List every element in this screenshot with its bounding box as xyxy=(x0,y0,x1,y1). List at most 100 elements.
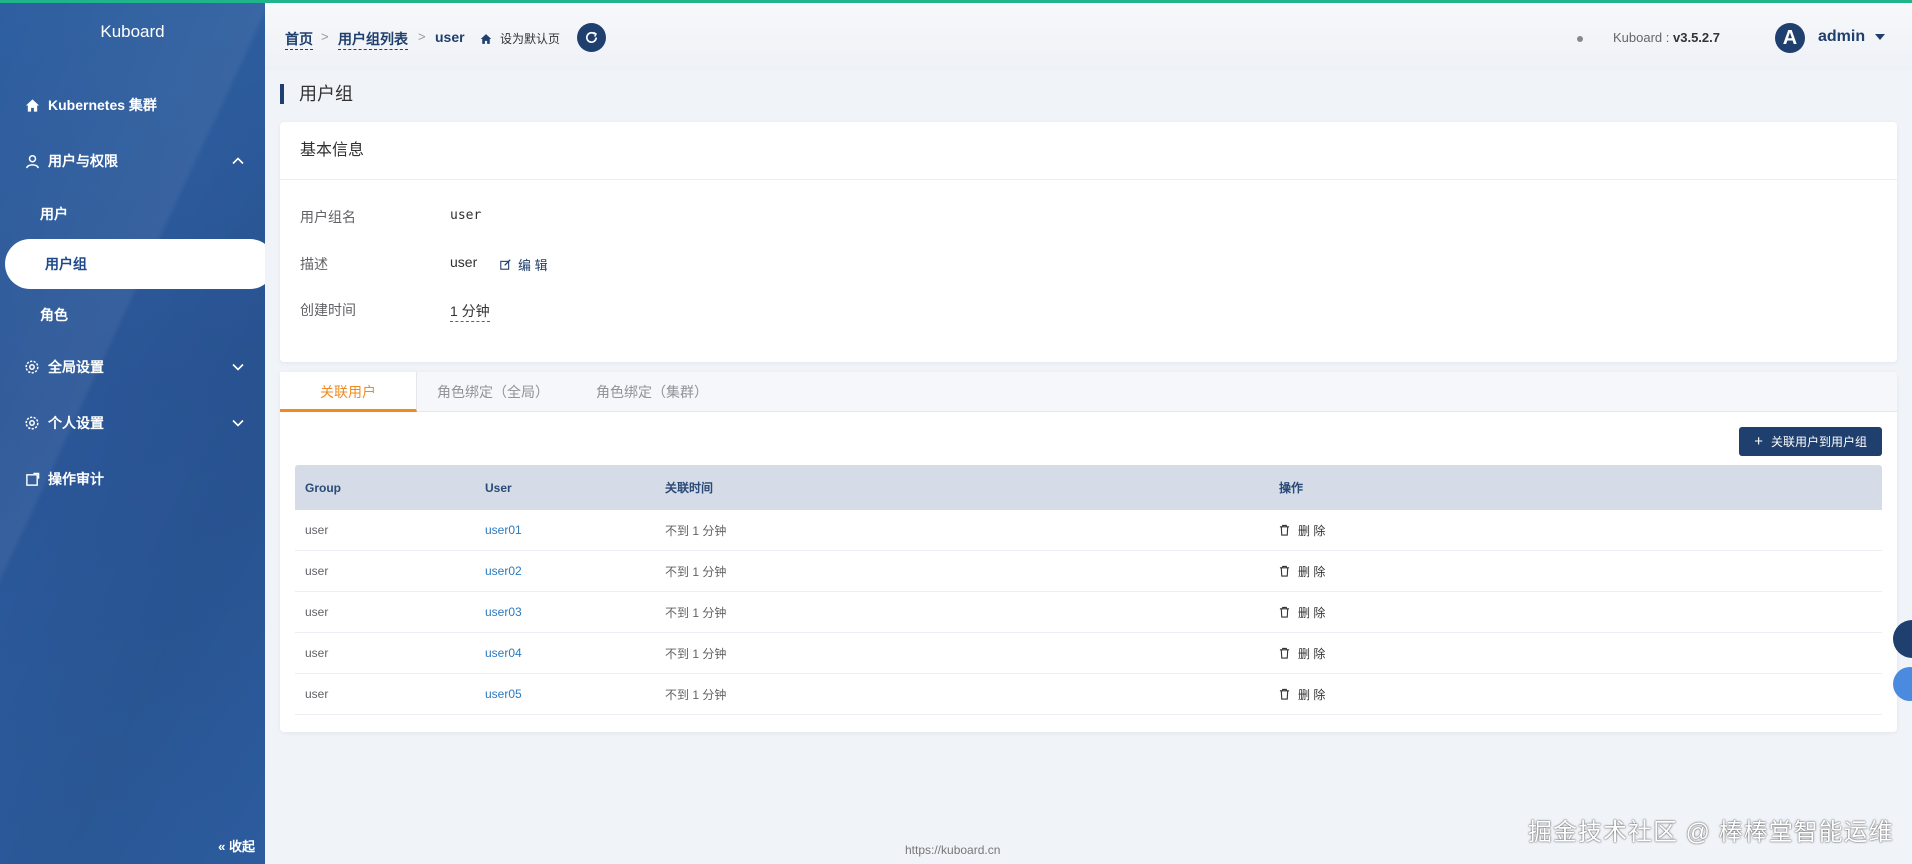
sidebar-item-user-groups[interactable]: 用户组 xyxy=(5,239,265,289)
version-info: Kuboard : v3.5.2.7 xyxy=(1613,30,1720,45)
gear-icon xyxy=(24,415,40,431)
top-accent-bar xyxy=(0,0,1912,3)
user-link[interactable]: user03 xyxy=(485,605,522,619)
column-header-group: Group xyxy=(305,480,341,495)
nav-item-audit[interactable]: 操作审计 xyxy=(24,464,104,494)
column-header-time: 关联时间 xyxy=(665,481,714,495)
delete-button[interactable]: 删 除 xyxy=(1279,645,1882,662)
cell-group: user xyxy=(305,605,329,619)
breadcrumb-home[interactable]: 首页 xyxy=(285,29,313,50)
chevron-up-icon xyxy=(232,157,244,165)
chevron-down-icon xyxy=(232,363,244,371)
delete-label: 删 除 xyxy=(1298,646,1326,661)
nav-item-label: 操作审计 xyxy=(48,471,104,487)
tab-global-role-bindings[interactable]: 角色绑定（全局） xyxy=(418,372,568,412)
set-default-page-button[interactable]: 设为默认页 xyxy=(480,30,560,47)
nav-item-label: 用户与权限 xyxy=(48,153,118,169)
nav-item-clusters[interactable]: Kubernetes 集群 xyxy=(24,90,157,120)
basic-info-card: 基本信息 用户组名 user 描述 user 编 辑 创建时间 1 分钟 xyxy=(280,122,1897,362)
table-row: user user03 不到 1 分钟 删 除 xyxy=(295,592,1882,633)
sidebar: Kuboard Kubernetes 集群 用户与权限 用户 用户组 角色 全局… xyxy=(0,0,265,864)
sidebar-item-users[interactable]: 用户 xyxy=(40,204,68,224)
user-link[interactable]: user01 xyxy=(485,523,522,537)
gear-icon xyxy=(24,359,40,375)
home-icon xyxy=(24,97,40,113)
chevron-right-icon: > xyxy=(321,29,329,44)
table-row: user user01 不到 1 分钟 删 除 xyxy=(295,510,1882,551)
tab-associated-users[interactable]: 关联用户 xyxy=(280,372,417,412)
cell-time: 不到 1 分钟 xyxy=(665,523,727,538)
add-user-label: 关联用户到用户组 xyxy=(1770,435,1867,449)
brand-title: Kuboard xyxy=(100,22,165,41)
trash-icon xyxy=(1279,647,1290,659)
delete-label: 删 除 xyxy=(1298,523,1326,538)
card-title: 基本信息 xyxy=(280,122,1897,180)
trash-icon xyxy=(1279,565,1290,577)
group-name-label: 用户组名 xyxy=(300,209,356,225)
delete-button[interactable]: 删 除 xyxy=(1279,563,1882,580)
caret-down-icon[interactable] xyxy=(1875,33,1885,41)
tab-cluster-role-bindings[interactable]: 角色绑定（集群） xyxy=(572,372,732,412)
delete-button[interactable]: 删 除 xyxy=(1279,686,1882,703)
edit-label: 编 辑 xyxy=(518,258,548,273)
user-link[interactable]: user05 xyxy=(485,687,522,701)
nav-item-personal-settings[interactable]: 个人设置 xyxy=(24,408,244,438)
created-time-value: 1 分钟 xyxy=(450,301,490,322)
user-icon xyxy=(24,153,40,169)
cell-time: 不到 1 分钟 xyxy=(665,605,727,620)
table-header: Group User 关联时间 操作 xyxy=(295,465,1882,510)
column-header-user: User xyxy=(485,480,512,495)
trash-icon xyxy=(1279,606,1290,618)
nav-item-users-permissions[interactable]: 用户与权限 xyxy=(24,146,244,176)
user-menu[interactable]: admin xyxy=(1818,28,1865,46)
nav-item-label: 个人设置 xyxy=(48,415,104,431)
description-label: 描述 xyxy=(300,256,328,272)
delete-label: 删 除 xyxy=(1298,605,1326,620)
avatar[interactable]: A xyxy=(1775,23,1805,53)
edit-description-button[interactable]: 编 辑 xyxy=(500,255,548,274)
audit-icon xyxy=(24,471,40,487)
version-value: v3.5.2.7 xyxy=(1673,30,1720,45)
footer-url[interactable]: https://kuboard.cn xyxy=(905,843,1000,857)
trash-icon xyxy=(1279,688,1290,700)
sidebar-item-roles[interactable]: 角色 xyxy=(40,305,68,325)
set-default-label: 设为默认页 xyxy=(500,32,561,46)
refresh-icon xyxy=(586,31,598,43)
association-card: 关联用户 角色绑定（全局） 角色绑定（集群） + 关联用户到用户组 Group … xyxy=(280,372,1897,732)
cell-time: 不到 1 分钟 xyxy=(665,646,727,661)
edit-icon xyxy=(500,259,511,270)
plus-icon: + xyxy=(1754,433,1763,450)
chevron-down-icon xyxy=(232,419,244,427)
nav-item-global-settings[interactable]: 全局设置 xyxy=(24,352,244,382)
nav-item-label: Kubernetes 集群 xyxy=(48,97,157,113)
description-value: user xyxy=(450,254,478,270)
user-link[interactable]: user04 xyxy=(485,646,522,660)
version-label: Kuboard : xyxy=(1613,30,1670,45)
users-table: Group User 关联时间 操作 user user01 不到 1 分钟 删… xyxy=(295,465,1882,715)
group-name-value: user xyxy=(450,208,482,223)
delete-label: 删 除 xyxy=(1298,564,1326,579)
double-chevron-left-icon: « xyxy=(218,839,226,854)
breadcrumb-group-list[interactable]: 用户组列表 xyxy=(338,29,408,50)
delete-button[interactable]: 删 除 xyxy=(1279,522,1882,539)
collapse-label: 收起 xyxy=(228,839,255,854)
cell-group: user xyxy=(305,646,329,660)
user-link[interactable]: user02 xyxy=(485,564,522,578)
refresh-button[interactable] xyxy=(577,23,606,52)
page-title: 用户组 xyxy=(280,84,353,104)
delete-button[interactable]: 删 除 xyxy=(1279,604,1882,621)
cell-time: 不到 1 分钟 xyxy=(665,687,727,702)
header: 首页 > 用户组列表 > user 设为默认页 Kuboard : v3.5.2… xyxy=(265,3,1912,71)
home-icon xyxy=(480,33,492,44)
collapse-sidebar-button[interactable]: « 收起 xyxy=(218,836,255,855)
cell-time: 不到 1 分钟 xyxy=(665,564,727,579)
created-time-label: 创建时间 xyxy=(300,302,356,318)
column-header-actions: 操作 xyxy=(1279,481,1304,495)
table-row: user user04 不到 1 分钟 删 除 xyxy=(295,633,1882,674)
cell-group: user xyxy=(305,564,329,578)
trash-icon xyxy=(1279,524,1290,536)
breadcrumb-current: user xyxy=(435,29,465,45)
delete-label: 删 除 xyxy=(1298,687,1326,702)
add-user-to-group-button[interactable]: + 关联用户到用户组 xyxy=(1739,427,1882,456)
cell-group: user xyxy=(305,687,329,701)
